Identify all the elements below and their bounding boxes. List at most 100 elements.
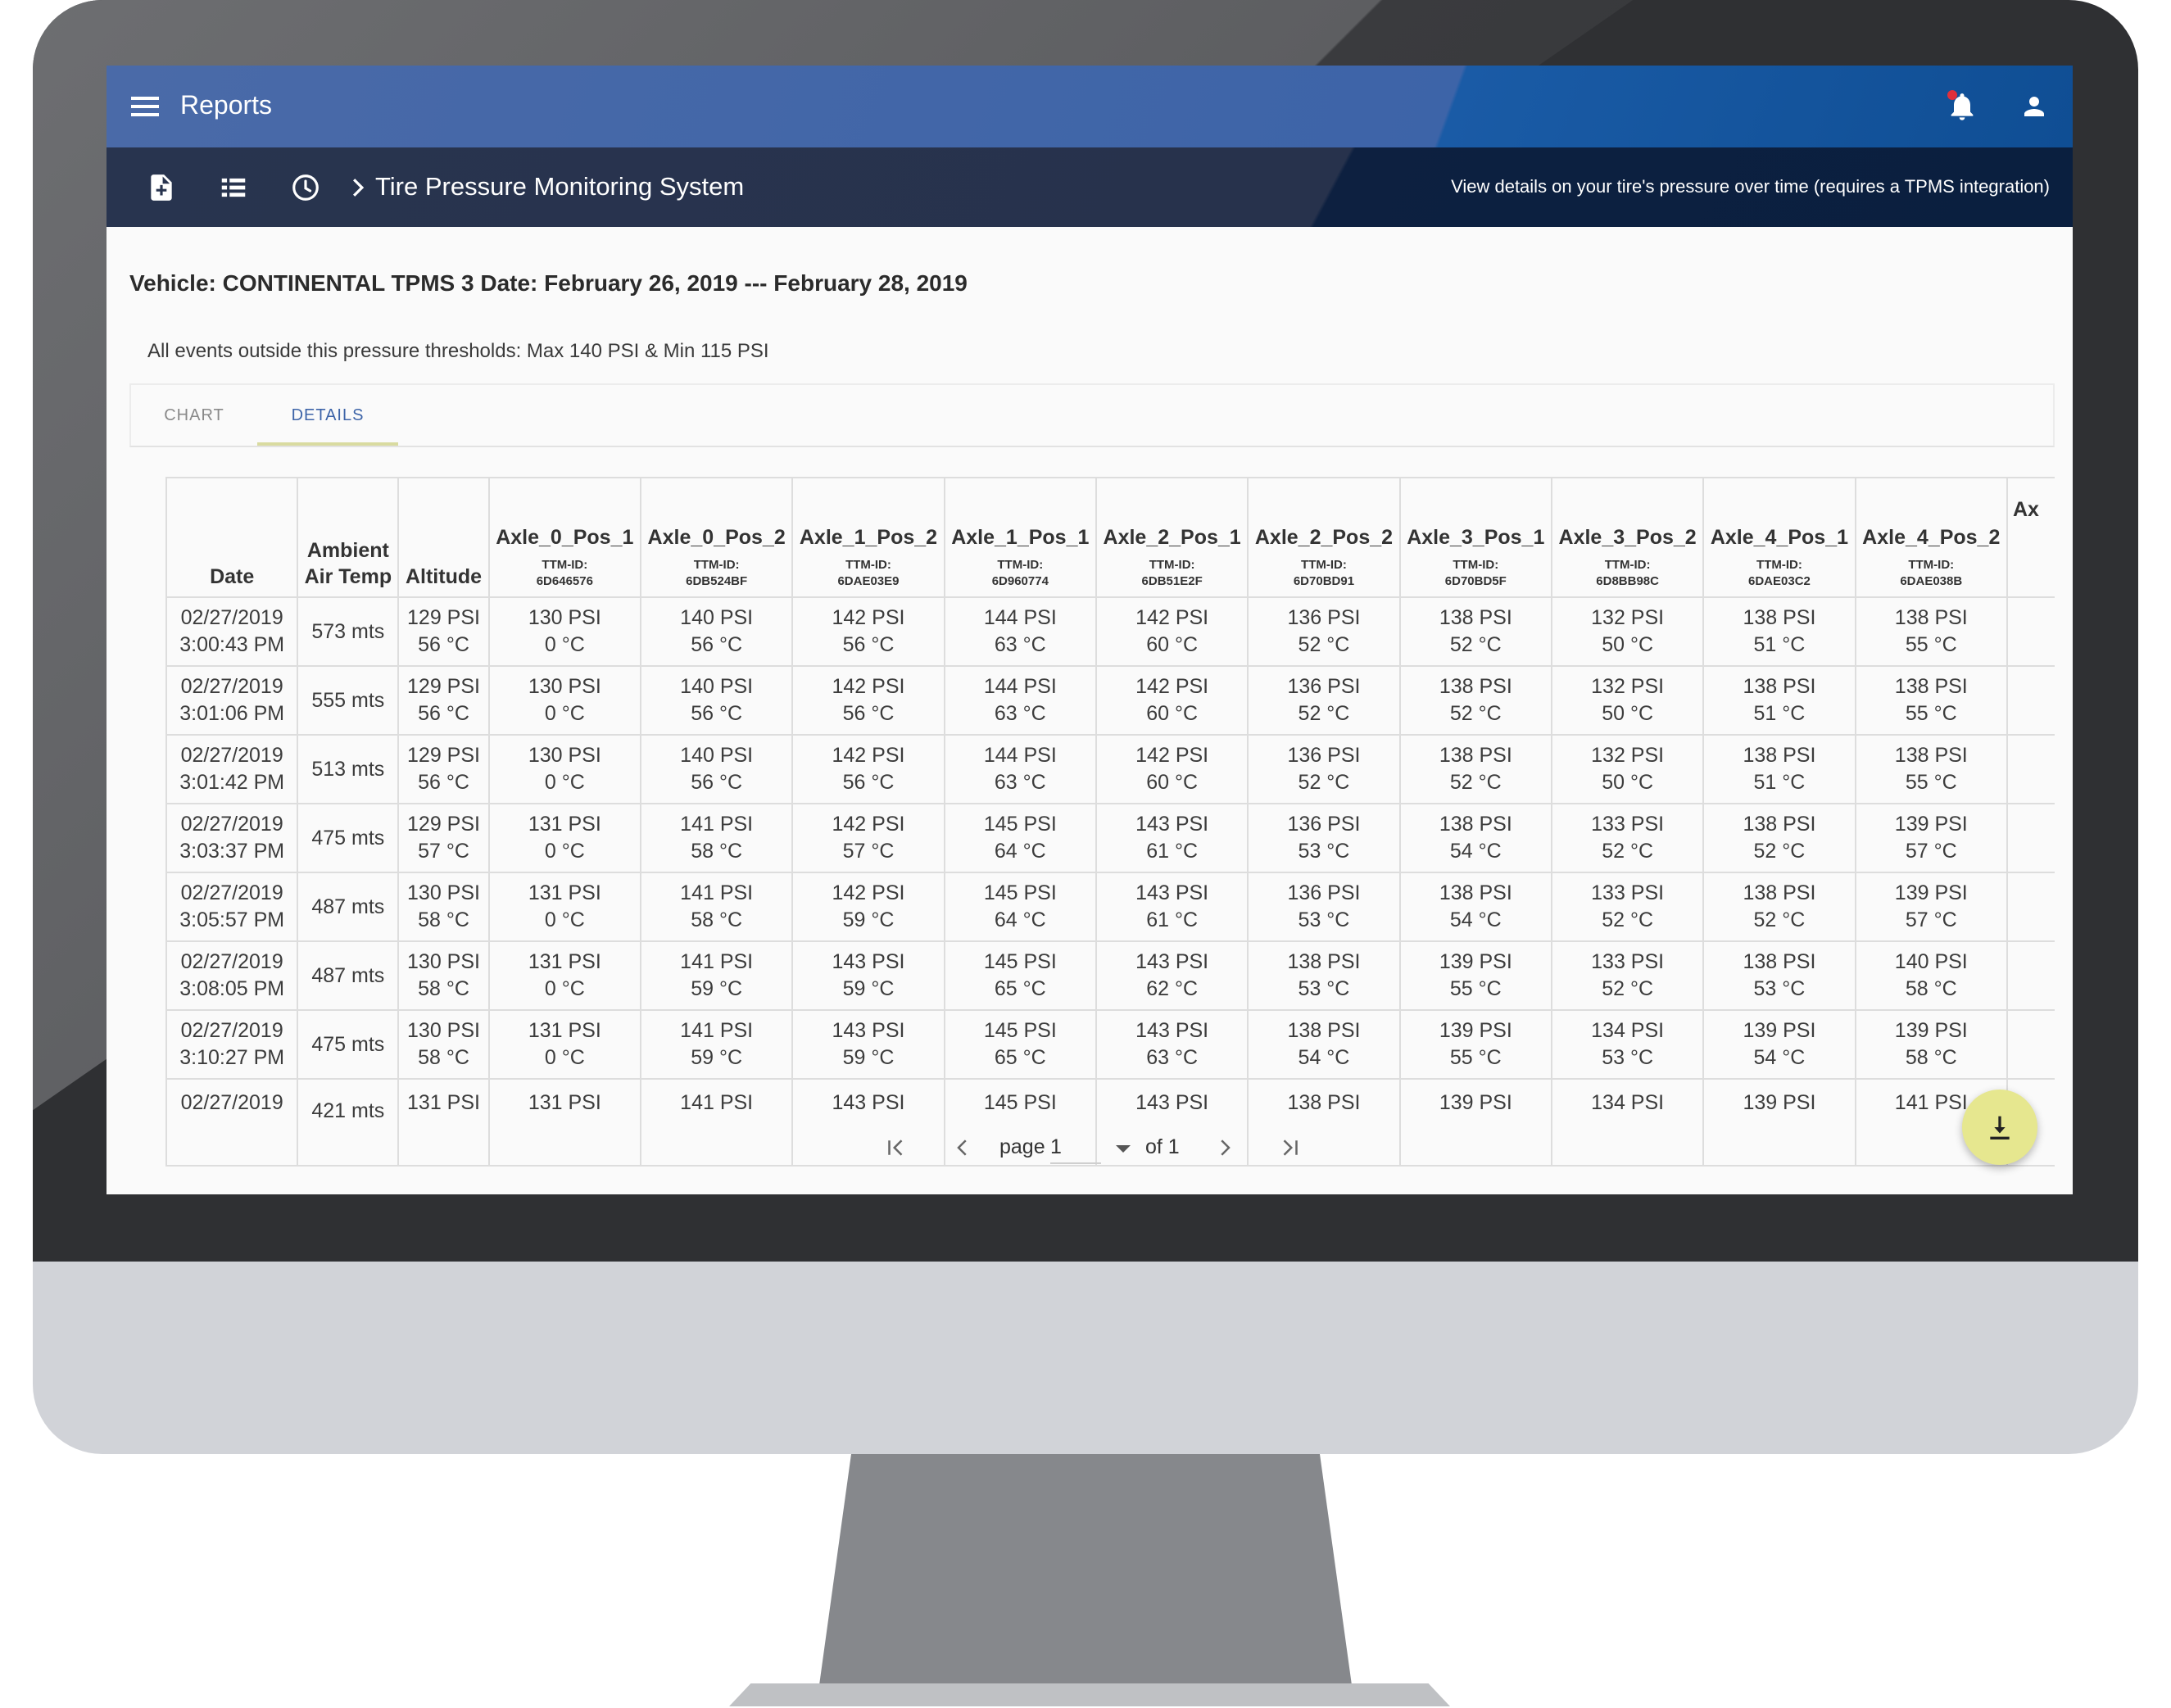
pressure-cell: 139 PSI 54 °C <box>1702 1009 1856 1080</box>
pressure-cell: 130 PSI 0 °C <box>487 734 641 804</box>
pressure-cell: 142 PSI 60 °C <box>1095 734 1249 804</box>
table-body: 02/27/2019 3:00:43 PM 573 mts 129 PSI 56 °C 1… <box>165 596 2055 1167</box>
ambient-cell: 475 mts <box>297 803 400 873</box>
pressure-cell: 133 PSI 52 °C <box>1550 940 1705 1011</box>
pressure-cell: 138 PSI 52 °C <box>1398 596 1552 667</box>
pressure-cell: 138 PSI 54 °C <box>1398 872 1552 942</box>
first-page-icon[interactable] <box>883 1135 908 1160</box>
pressure-cell: 144 PSI 63 °C <box>943 596 1097 667</box>
sub-header: Tire Pressure Monitoring System View det… <box>107 147 2073 227</box>
pressure-cell: 142 PSI 56 °C <box>791 665 945 736</box>
column-header[interactable]: Date <box>165 477 299 598</box>
breadcrumb-title: Tire Pressure Monitoring System <box>375 172 745 201</box>
pressure-cell: 138 PSI 51 °C <box>1702 665 1856 736</box>
date-cell: 02/27/2019 3:08:05 PM <box>165 940 299 1011</box>
pressure-cell: 136 PSI 52 °C <box>1247 665 1401 736</box>
ambient-cell: 513 mts <box>297 734 400 804</box>
overflow-cell <box>2006 665 2055 736</box>
pressure-cell: 136 PSI 52 °C <box>1247 734 1401 804</box>
pressure-cell: 143 PSI 63 °C <box>1095 1009 1249 1080</box>
column-header[interactable]: Axle_4_Pos_2 TTM-ID: 6DAE038B <box>1854 477 2008 598</box>
app-screen: Reports Tire Pressure Monitoring System … <box>107 66 2073 1194</box>
pressure-cell: 145 PSI 65 °C <box>943 1009 1097 1080</box>
pressure-cell: 136 PSI 53 °C <box>1247 803 1401 873</box>
pressure-cell: 141 PSI 59 °C <box>639 1009 794 1080</box>
pressure-cell: 131 PSI 0 °C <box>487 940 641 1011</box>
last-page-icon[interactable] <box>1278 1135 1303 1160</box>
column-header[interactable]: Ax <box>2006 477 2055 598</box>
table-row: 02/27/2019 3:05:57 PM 487 mts 130 PSI 58 °C 1… <box>165 872 2055 942</box>
page-count: of 1 <box>1145 1135 1180 1158</box>
pressure-cell: 141 PSI 59 °C <box>639 940 794 1011</box>
overflow-cell <box>2006 872 2055 942</box>
pressure-cell: 144 PSI 63 °C <box>943 734 1097 804</box>
pressure-cell: 141 PSI 58 °C <box>639 872 794 942</box>
pressure-cell: 134 PSI 53 °C <box>1550 1009 1705 1080</box>
page-description: View details on your tire's pressure ove… <box>1451 176 2050 197</box>
pressure-cell: 138 PSI 52 °C <box>1398 734 1552 804</box>
table-row: 02/27/2019 3:03:37 PM 475 mts 129 PSI 57 °C 1… <box>165 803 2055 873</box>
pressure-cell: 129 PSI 56 °C <box>397 665 490 736</box>
pressure-cell: 142 PSI 60 °C <box>1095 665 1249 736</box>
table-row: 02/27/2019 3:00:43 PM 573 mts 129 PSI 56 °C 1… <box>165 596 2055 667</box>
pressure-cell: 143 PSI 59 °C <box>791 940 945 1011</box>
column-header[interactable]: Axle_2_Pos_1 TTM-ID: 6DB51E2F <box>1095 477 1249 598</box>
details-table-container[interactable]: Date Ambient Air Temp Altitude Axle_0_Po… <box>165 477 2055 1171</box>
pressure-cell: 138 PSI 51 °C <box>1702 596 1856 667</box>
pagination: page 1 of 1 <box>107 1127 2073 1168</box>
list-icon[interactable] <box>218 172 249 203</box>
next-page-icon[interactable] <box>1212 1135 1237 1160</box>
chevron-down-icon[interactable] <box>1116 1145 1131 1153</box>
pressure-cell: 138 PSI 51 °C <box>1702 734 1856 804</box>
column-header[interactable]: Altitude <box>397 477 490 598</box>
pressure-cell: 142 PSI 56 °C <box>791 734 945 804</box>
column-header[interactable]: Axle_3_Pos_2 TTM-ID: 6D8BB98C <box>1550 477 1705 598</box>
menu-icon[interactable] <box>131 97 159 116</box>
column-header[interactable]: Axle_0_Pos_2 TTM-ID: 6DB524BF <box>639 477 794 598</box>
file-plus-icon[interactable] <box>146 172 177 203</box>
column-header[interactable]: Ambient Air Temp <box>297 477 400 598</box>
threshold-note: All events outside this pressure thresho… <box>147 340 769 362</box>
pressure-cell: 138 PSI 52 °C <box>1398 665 1552 736</box>
chevron-right-icon <box>352 179 365 197</box>
pressure-cell: 143 PSI 62 °C <box>1095 940 1249 1011</box>
download-button[interactable] <box>1962 1090 2037 1165</box>
date-cell: 02/27/2019 3:10:27 PM <box>165 1009 299 1080</box>
user-icon[interactable] <box>2019 92 2049 121</box>
column-header[interactable]: Axle_0_Pos_1 TTM-ID: 6D646576 <box>487 477 641 598</box>
pressure-cell: 138 PSI 54 °C <box>1247 1009 1401 1080</box>
pressure-cell: 142 PSI 60 °C <box>1095 596 1249 667</box>
table-row: 02/27/2019 3:08:05 PM 487 mts 130 PSI 58 °C 1… <box>165 940 2055 1011</box>
tab-details[interactable]: DETAILS <box>257 385 398 446</box>
overflow-cell <box>2006 596 2055 667</box>
monitor-stand-base <box>729 1683 1450 1706</box>
pressure-cell: 140 PSI 56 °C <box>639 734 794 804</box>
page-number-select[interactable]: 1 <box>1050 1135 1101 1164</box>
pressure-cell: 138 PSI 55 °C <box>1854 665 2008 736</box>
clock-icon[interactable] <box>290 172 321 203</box>
pressure-cell: 131 PSI 0 °C <box>487 1009 641 1080</box>
pressure-cell: 142 PSI 59 °C <box>791 872 945 942</box>
pressure-cell: 129 PSI 57 °C <box>397 803 490 873</box>
pressure-cell: 139 PSI 55 °C <box>1398 1009 1552 1080</box>
column-header[interactable]: Axle_1_Pos_1 TTM-ID: 6D960774 <box>943 477 1097 598</box>
app-title: Reports <box>180 90 273 120</box>
table-row: 02/27/2019 3:01:42 PM 513 mts 129 PSI 56 °C 1… <box>165 734 2055 804</box>
pressure-cell: 140 PSI 56 °C <box>639 665 794 736</box>
pressure-cell: 131 PSI 0 °C <box>487 803 641 873</box>
pressure-cell: 139 PSI 57 °C <box>1854 803 2008 873</box>
pressure-cell: 141 PSI 58 °C <box>639 803 794 873</box>
pressure-cell: 130 PSI 0 °C <box>487 596 641 667</box>
column-header[interactable]: Axle_3_Pos_1 TTM-ID: 6D70BD5F <box>1398 477 1552 598</box>
ambient-cell: 487 mts <box>297 940 400 1011</box>
date-cell: 02/27/2019 3:01:06 PM <box>165 665 299 736</box>
column-header[interactable]: Axle_2_Pos_2 TTM-ID: 6D70BD91 <box>1247 477 1401 598</box>
page-label: page <box>999 1135 1045 1158</box>
column-header[interactable]: Axle_1_Pos_2 TTM-ID: 6DAE03E9 <box>791 477 945 598</box>
pressure-cell: 132 PSI 50 °C <box>1550 734 1705 804</box>
prev-page-icon[interactable] <box>950 1135 975 1160</box>
pressure-cell: 138 PSI 53 °C <box>1702 940 1856 1011</box>
column-header[interactable]: Axle_4_Pos_1 TTM-ID: 6DAE03C2 <box>1702 477 1856 598</box>
pressure-cell: 143 PSI 61 °C <box>1095 803 1249 873</box>
tab-chart[interactable]: CHART <box>131 385 257 446</box>
